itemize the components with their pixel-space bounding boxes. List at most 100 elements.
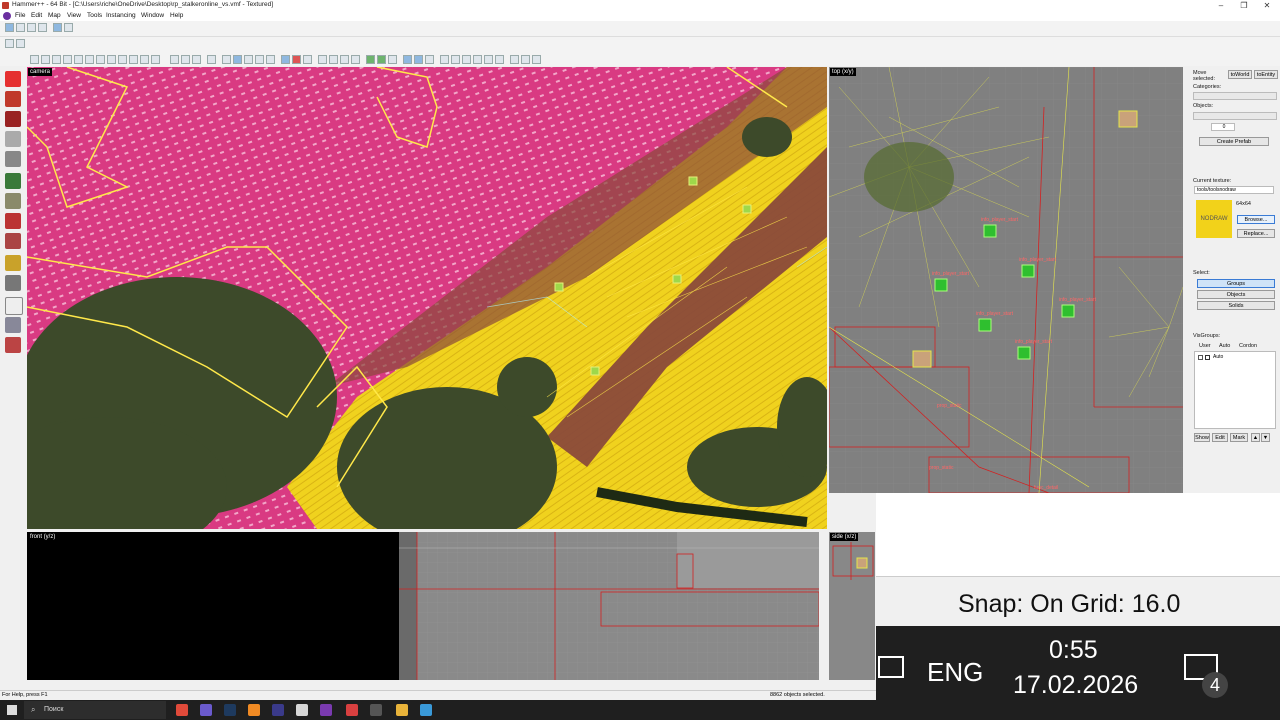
selection-filter-icon[interactable] [281, 55, 290, 64]
sculpt-icon[interactable] [414, 55, 423, 64]
smoothing-icon[interactable] [96, 55, 105, 64]
sprinkle-tool-icon[interactable] [5, 337, 21, 353]
toggle-models-icon[interactable] [495, 55, 504, 64]
run-map-icon[interactable] [38, 23, 47, 32]
replace-texture-button[interactable]: Replace... [1237, 229, 1275, 238]
categories-select[interactable] [1193, 92, 1277, 100]
maximize-button[interactable]: ❐ [1233, 0, 1255, 11]
models-in-2d-icon[interactable] [140, 55, 149, 64]
clipping-tool-icon[interactable] [5, 233, 21, 249]
paste-special-icon[interactable] [440, 55, 449, 64]
browser-icon[interactable] [346, 704, 358, 716]
camera-viewport[interactable]: camera [27, 67, 827, 529]
carve-icon[interactable] [170, 55, 179, 64]
clip-icon[interactable] [425, 55, 434, 64]
texture-lock-icon[interactable] [118, 55, 127, 64]
menu-instancing[interactable]: Instancing [106, 12, 136, 19]
menu-file[interactable]: File [15, 12, 25, 19]
vscode-icon[interactable] [272, 704, 284, 716]
quick-hide-icon[interactable] [366, 55, 375, 64]
start-icon[interactable] [7, 705, 17, 715]
app-icon-blue[interactable] [420, 704, 432, 716]
tab-cordon[interactable]: Cordon [1239, 343, 1257, 349]
group-icon[interactable] [53, 23, 62, 32]
selection-tool-icon[interactable] [5, 71, 21, 87]
to-world-button[interactable]: toWorld [1228, 70, 1252, 79]
texture-tool-icon[interactable] [5, 173, 21, 189]
entity-tool-icon[interactable] [5, 131, 21, 147]
wireframe-icon[interactable] [52, 55, 61, 64]
language-indicator[interactable]: ENG [927, 657, 983, 688]
tree-expand-icon[interactable] [1198, 355, 1203, 360]
objects-select[interactable] [1193, 112, 1277, 120]
grid-icon[interactable] [5, 23, 14, 32]
camera-tool-icon[interactable] [329, 55, 338, 64]
block-tool-icon[interactable] [5, 151, 21, 167]
network-icon[interactable] [878, 656, 904, 678]
clock-time[interactable]: 0:55 [1049, 636, 1098, 665]
select-objects-button[interactable]: Objects [1197, 290, 1275, 299]
texture-select[interactable]: tools/toolsnodraw [1194, 186, 1274, 194]
menu-help[interactable]: Help [170, 12, 183, 19]
transform-icon[interactable] [451, 55, 460, 64]
path-tool-icon[interactable] [5, 275, 21, 291]
select-solids-button[interactable]: Solids [1197, 301, 1275, 310]
magnify-tool-icon[interactable] [5, 91, 21, 107]
grid-toggle-icon[interactable] [16, 23, 25, 32]
tab-auto[interactable]: Auto [1219, 343, 1230, 349]
view-2d-icon[interactable] [30, 55, 39, 64]
visgroup-down-icon[interactable]: ▼ [1261, 433, 1270, 442]
discord-icon[interactable] [200, 704, 212, 716]
side-viewport[interactable]: side (x/z) [829, 532, 875, 680]
objects-spin[interactable]: 0 [1211, 123, 1235, 131]
hollow-icon[interactable] [181, 55, 190, 64]
view-3d-icon[interactable] [41, 55, 50, 64]
find-icon[interactable] [532, 55, 541, 64]
sound-icon[interactable] [318, 55, 327, 64]
cordon-tool-icon[interactable] [5, 317, 21, 333]
visgroup-mark-button[interactable]: Mark [1230, 433, 1248, 442]
apply-texture-icon[interactable] [5, 193, 21, 209]
textured-icon[interactable] [74, 55, 83, 64]
center-view-icon[interactable] [510, 55, 519, 64]
snap-icon[interactable] [266, 55, 275, 64]
menu-map[interactable]: Map [48, 12, 61, 19]
radius-icon[interactable] [222, 55, 231, 64]
camera-tool-icon-left[interactable] [5, 111, 21, 127]
menu-view[interactable]: View [67, 12, 81, 19]
tab-user[interactable]: User [1199, 343, 1211, 349]
goto-brush-icon[interactable] [521, 55, 530, 64]
chrome-icon[interactable] [176, 704, 188, 716]
compile-icon[interactable] [351, 55, 360, 64]
visgroup-up-icon[interactable]: ▲ [1251, 433, 1260, 442]
align-icon[interactable] [244, 55, 253, 64]
menu-edit[interactable]: Edit [31, 12, 42, 19]
explorer-icon[interactable] [396, 704, 408, 716]
visgroup-checkbox[interactable] [1205, 355, 1210, 360]
close-button[interactable]: ✕ [1256, 0, 1278, 11]
taskbar-search[interactable]: ⌕ Поиск [24, 701, 166, 719]
menu-window[interactable]: Window [141, 12, 164, 19]
front-viewport[interactable]: front (y/z) [27, 532, 819, 680]
redo-icon[interactable] [16, 39, 25, 48]
decal-tool-icon[interactable] [5, 213, 21, 229]
menu-tools[interactable]: Tools [87, 12, 102, 19]
obs-icon[interactable] [370, 704, 382, 716]
texture-bar-icon[interactable] [233, 55, 242, 64]
minimize-button[interactable]: – [1210, 0, 1232, 11]
visgroup-edit-button[interactable]: Edit [1212, 433, 1228, 442]
displacement-icon[interactable] [403, 55, 412, 64]
stop-icon[interactable] [27, 23, 36, 32]
replace-textures-icon[interactable] [462, 55, 471, 64]
ungroup-icon[interactable] [64, 23, 73, 32]
check-problems-icon[interactable] [303, 55, 312, 64]
visgroup-icon[interactable] [377, 55, 386, 64]
top-viewport[interactable]: info_player_start info_player_start info… [829, 67, 1183, 493]
overlay-tool-icon[interactable] [5, 297, 23, 315]
map-info-icon[interactable] [340, 55, 349, 64]
flip-icon[interactable] [255, 55, 264, 64]
visgroup-show-button[interactable]: Show [1194, 433, 1210, 442]
scale-lock-icon[interactable] [129, 55, 138, 64]
steam-icon[interactable] [224, 704, 236, 716]
to-entity-button[interactable]: toEntity [1254, 70, 1278, 79]
